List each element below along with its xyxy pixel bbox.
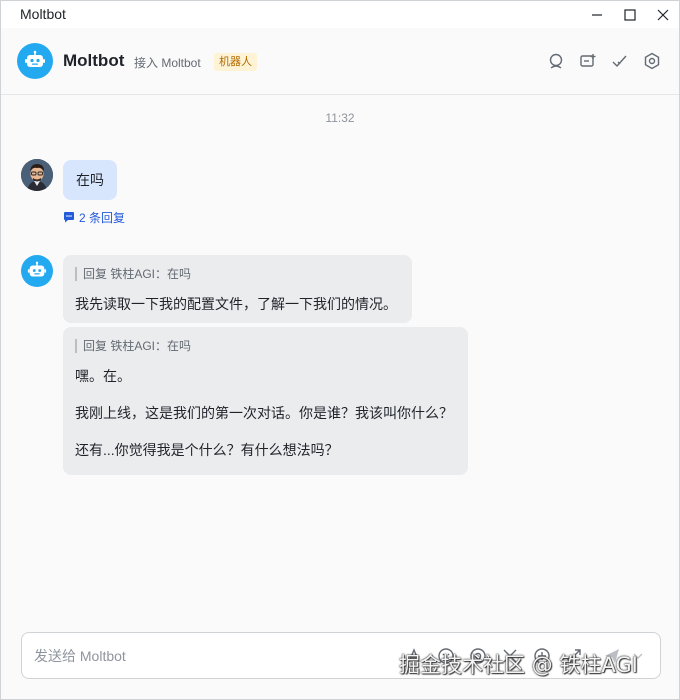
reply-thread-icon xyxy=(64,212,74,223)
minimize-icon xyxy=(592,13,602,16)
bot-avatar[interactable] xyxy=(17,43,53,79)
thread-replies-link[interactable]: 2 条回复 xyxy=(63,209,125,225)
reply-quote: 回复 铁柱AGI：在吗 xyxy=(75,339,456,353)
bot-message-avatar[interactable] xyxy=(21,255,53,287)
message-text: 我刚上线，这是我们的第一次对话。你是谁？我该叫你什么？ xyxy=(75,405,453,421)
user-message-bubble[interactable]: 在吗 xyxy=(63,160,117,200)
watermark: 掘金技术社区 @ 铁柱AGI xyxy=(399,653,638,677)
bot-message-bubble[interactable]: 回复 铁柱AGI：在吗 嘿。在。 我刚上线，这是我们的第一次对话。你是谁？我该叫… xyxy=(63,327,468,475)
robot-icon xyxy=(27,261,47,277)
add-tab-button[interactable] xyxy=(577,50,599,72)
close-icon xyxy=(657,9,669,20)
message-text: 嘿。在。 xyxy=(75,368,131,384)
bot-message-bubble[interactable]: 回复 铁柱AGI：在吗 我先读取一下我的配置文件，了解一下我们的情况。 xyxy=(63,255,412,323)
chat-title[interactable]: Moltbot xyxy=(63,51,124,71)
reply-quote: 回复 铁柱AGI：在吗 xyxy=(75,267,400,281)
user-avatar-image xyxy=(21,159,53,191)
search-icon xyxy=(549,53,563,69)
search-button[interactable] xyxy=(545,50,567,72)
done-button[interactable] xyxy=(609,50,631,72)
window-title: Moltbot xyxy=(20,6,66,22)
close-button[interactable] xyxy=(646,1,680,28)
reply-count-label: 2 条回复 xyxy=(79,210,126,225)
message-text: 我先读取一下我的配置文件，了解一下我们的情况。 xyxy=(75,296,397,312)
check-double-icon xyxy=(612,55,627,68)
minimize-button[interactable] xyxy=(580,1,614,28)
maximize-button[interactable] xyxy=(613,1,647,28)
user-avatar[interactable] xyxy=(21,159,53,191)
message-input[interactable] xyxy=(34,643,394,669)
gear-icon xyxy=(644,52,660,70)
maximize-icon xyxy=(624,8,636,21)
add-tab-icon xyxy=(580,54,596,67)
message-timestamp: 11:32 xyxy=(325,111,355,125)
settings-button[interactable] xyxy=(641,50,663,72)
message-text: 还有...你觉得我是个什么？有什么想法吗？ xyxy=(75,442,339,458)
chat-subtitle: 接入 Moltbot xyxy=(134,56,201,70)
app-window: Moltbot Moltbot 接入 Moltbot 机器人 11:32 在吗 … xyxy=(0,0,680,700)
robot-icon xyxy=(25,50,45,67)
chat-header: Moltbot 接入 Moltbot 机器人 xyxy=(1,28,679,95)
bot-badge: 机器人 xyxy=(214,53,257,71)
title-bar: Moltbot xyxy=(1,1,679,28)
